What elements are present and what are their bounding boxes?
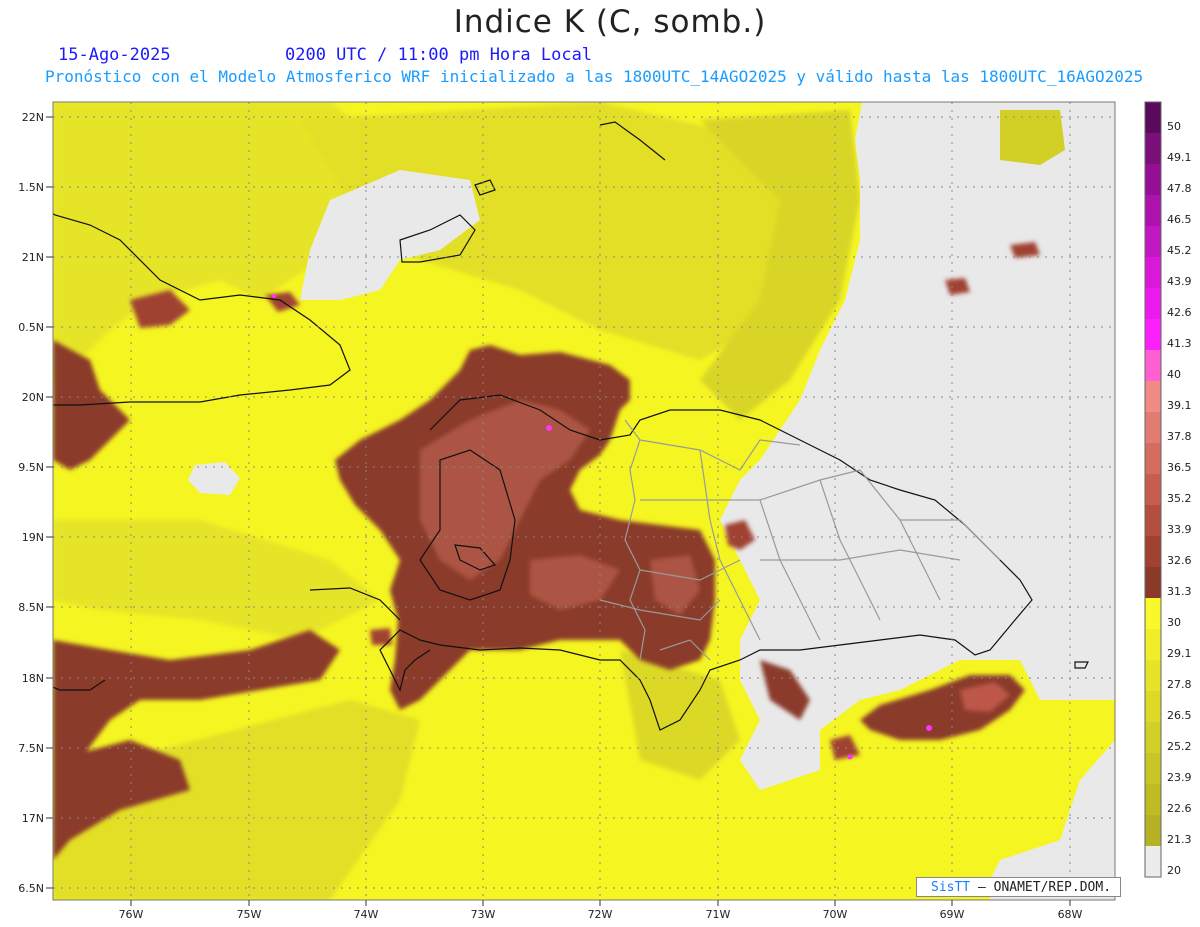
- lat-label: 21N: [22, 251, 44, 264]
- lon-label: 68W: [1058, 908, 1083, 921]
- colorbar-swatch: [1145, 381, 1161, 412]
- colorbar-label: 25.2: [1167, 740, 1192, 753]
- colorbar-swatch: [1145, 691, 1161, 722]
- lat-label: 8.5N: [18, 601, 44, 614]
- k-index-map: 22N 1.5N 21N 0.5N 20N 9.5N 19N 8.5N 18N …: [18, 101, 1192, 921]
- colorbar-swatch: [1145, 288, 1161, 319]
- colorbar-label: 42.6: [1167, 306, 1192, 319]
- colorbar-label: 22.6: [1167, 802, 1192, 815]
- colorbar-label: 37.8: [1167, 430, 1192, 443]
- colorbar-label: 40: [1167, 368, 1181, 381]
- colorbar-swatch: [1145, 505, 1161, 536]
- lon-label: 76W: [119, 908, 144, 921]
- latitude-axis: 22N 1.5N 21N 0.5N 20N 9.5N 19N 8.5N 18N …: [18, 111, 53, 895]
- lon-label: 72W: [588, 908, 613, 921]
- colorbar-label: 23.9: [1167, 771, 1192, 784]
- lat-label: 18N: [22, 672, 44, 685]
- lon-label: 69W: [940, 908, 965, 921]
- lat-label: 1.5N: [18, 181, 44, 194]
- colorbar-label: 41.3: [1167, 337, 1192, 350]
- map-field: [53, 102, 1115, 900]
- credit-box: SisTT – ONAMET/REP.DOM.: [916, 877, 1121, 897]
- colorbar-label: 26.5: [1167, 709, 1192, 722]
- colorbar-label: 50: [1167, 120, 1181, 133]
- lat-label: 6.5N: [18, 882, 44, 895]
- colorbar-label: 47.8: [1167, 182, 1192, 195]
- lon-label: 71W: [706, 908, 731, 921]
- colorbar-swatch: [1145, 257, 1161, 288]
- colorbar-label: 46.5: [1167, 213, 1192, 226]
- colorbar-swatch: [1145, 722, 1161, 753]
- colorbar-swatch: [1145, 753, 1161, 784]
- colorbar-label: 29.1: [1167, 647, 1192, 660]
- lat-label: 7.5N: [18, 742, 44, 755]
- colorbar-label: 36.5: [1167, 461, 1192, 474]
- colorbar-label: 49.1: [1167, 151, 1192, 164]
- colorbar-swatch: [1145, 412, 1161, 443]
- colorbar-label: 21.3: [1167, 833, 1192, 846]
- colorbar-swatch: [1145, 164, 1161, 195]
- colorbar-swatch: [1145, 815, 1161, 846]
- colorbar-label: 43.9: [1167, 275, 1192, 288]
- lon-label: 75W: [237, 908, 262, 921]
- colorbar-swatch: [1145, 474, 1161, 505]
- colorbar-label: 32.6: [1167, 554, 1192, 567]
- colorbar-label: 20: [1167, 864, 1181, 877]
- colorbar-label: 31.3: [1167, 585, 1192, 598]
- lat-label: 20N: [22, 391, 44, 404]
- colorbar-swatch: [1145, 133, 1161, 164]
- colorbar-swatch: [1145, 846, 1161, 877]
- colorbar-swatch: [1145, 598, 1161, 629]
- lon-label: 73W: [471, 908, 496, 921]
- lat-label: 22N: [22, 111, 44, 124]
- colorbar-swatch: [1145, 319, 1161, 350]
- colorbar-swatch: [1145, 350, 1161, 381]
- colorbar-label: 39.1: [1167, 399, 1192, 412]
- colorbar-swatch: [1145, 784, 1161, 815]
- colorbar-swatch: [1145, 629, 1161, 660]
- credit-text: – ONAMET/REP.DOM.: [977, 880, 1112, 895]
- colorbar-swatch: [1145, 567, 1161, 598]
- colorbar-label: 27.8: [1167, 678, 1192, 691]
- colorbar-swatch: [1145, 226, 1161, 257]
- colorbar-swatch: [1145, 102, 1161, 133]
- colorbar-label: 35.2: [1167, 492, 1192, 505]
- lon-label: 70W: [823, 908, 848, 921]
- colorbar-swatch: [1145, 660, 1161, 691]
- longitude-axis: 76W 75W 74W 73W 72W 71W 70W 69W 68W: [119, 900, 1083, 921]
- colorbar-label: 30: [1167, 616, 1181, 629]
- lat-label: 19N: [22, 531, 44, 544]
- colorbar-swatch: [1145, 195, 1161, 226]
- colorbar-label: 33.9: [1167, 523, 1192, 536]
- lat-label: 17N: [22, 812, 44, 825]
- lat-label: 9.5N: [18, 461, 44, 474]
- colorbar: 50 49.1 47.8 46.5 45.2 43.9 42.6 41.3 40 39.1 37.8…: [1144, 101, 1192, 878]
- colorbar-swatch: [1145, 536, 1161, 567]
- colorbar-swatch: [1145, 443, 1161, 474]
- colorbar-label: 45.2: [1167, 244, 1192, 257]
- credit-brand: SisTT: [931, 880, 971, 895]
- lon-label: 74W: [354, 908, 379, 921]
- lat-label: 0.5N: [18, 321, 44, 334]
